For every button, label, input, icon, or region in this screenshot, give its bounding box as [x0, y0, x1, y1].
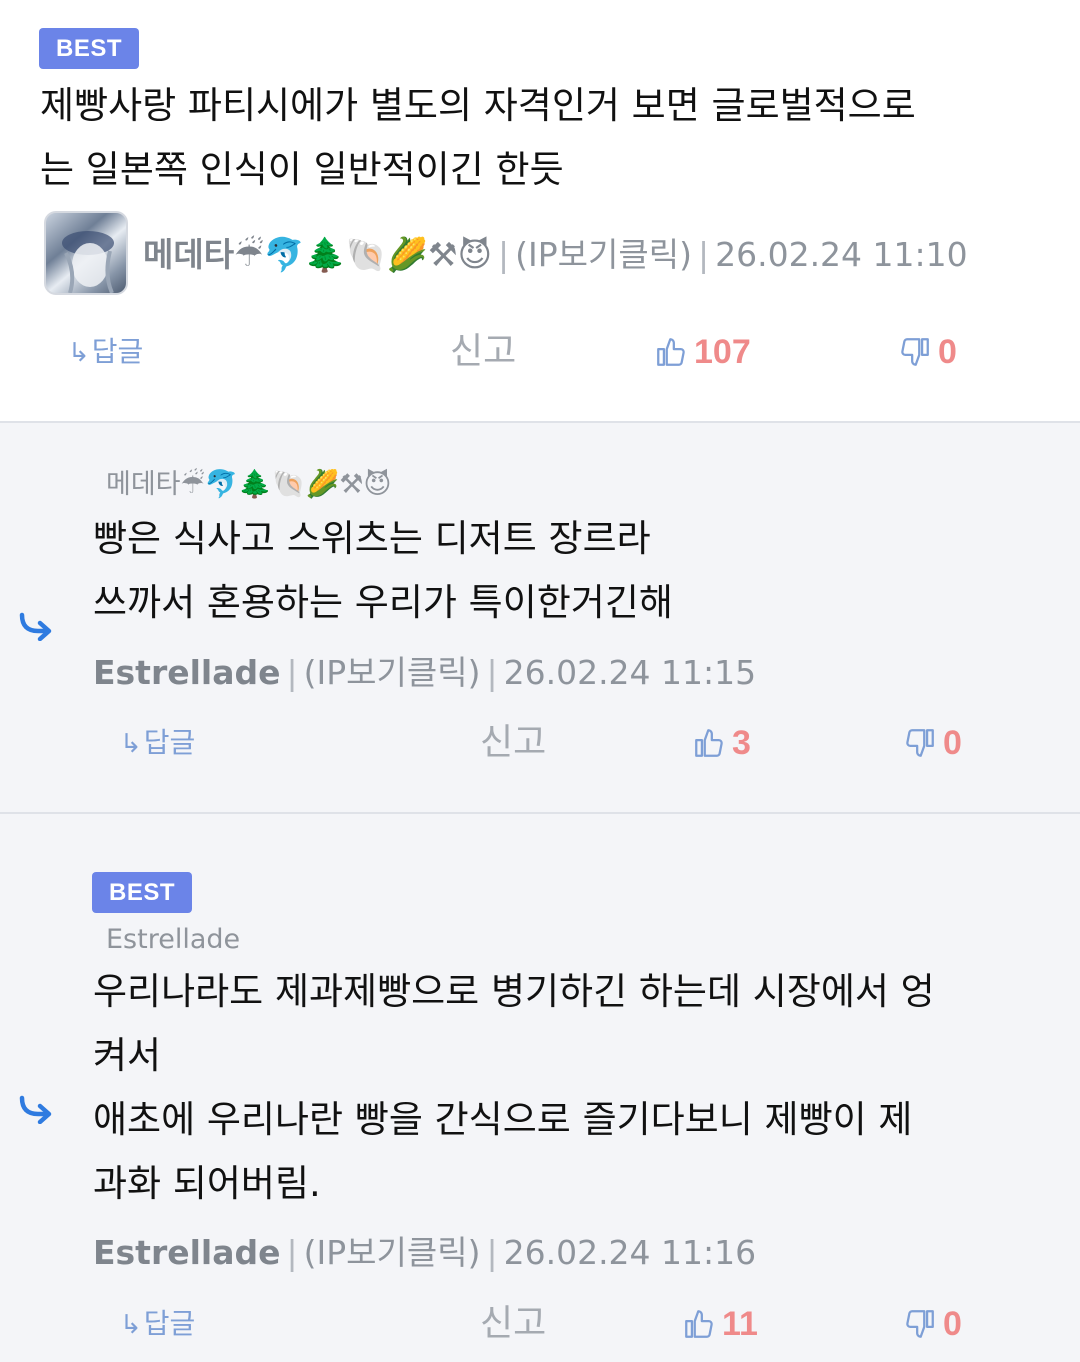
reply-arrow-icon: ↳	[120, 1310, 142, 1340]
comment-meta: Estrellade | (IP보기클릭) | 26.02.24 11:15	[93, 651, 756, 695]
upvote-button[interactable]: 107	[654, 322, 751, 382]
report-button[interactable]: 신고	[450, 322, 516, 382]
reply-arrow-icon: ↳	[120, 729, 142, 759]
parent-author: 메데타☔🐬🌲🐚🌽⚒😈	[106, 469, 392, 500]
upvote-button[interactable]: 11	[682, 1294, 758, 1354]
thumbs-down-icon	[906, 1310, 934, 1338]
nested-reply-icon	[19, 612, 52, 641]
report-button[interactable]: 신고	[480, 1294, 546, 1354]
meta-separator: |	[697, 235, 710, 274]
ip-link[interactable]: (IP보기클릭)	[304, 1233, 481, 1272]
downvote-button[interactable]: 0	[898, 322, 957, 382]
meta-separator: |	[486, 653, 498, 692]
reply-button-label: 답글	[143, 726, 196, 759]
ip-link[interactable]: (IP보기클릭)	[304, 653, 481, 692]
downvote-count: 0	[943, 724, 962, 762]
report-button[interactable]: 신고	[480, 713, 546, 773]
downvote-count: 0	[938, 333, 957, 371]
thumbs-down-icon	[906, 729, 934, 757]
comment-actions: ↳답글 신고 11 0	[0, 1294, 1080, 1354]
reply-button[interactable]: ↳답글	[68, 322, 143, 383]
thumbs-up-icon	[657, 338, 685, 366]
comment-actions: ↳답글 신고 3 0	[0, 713, 1080, 773]
author-name[interactable]: Estrellade	[93, 653, 281, 692]
author-name[interactable]: 메데타☔🐬🌲🐚🌽⚒😈	[143, 235, 492, 274]
comment-text: 빵은 식사고 스위츠는 디저트 장르라 쓰까서 혼용하는 우리가 특이한거긴해	[93, 517, 673, 624]
upvote-count: 3	[732, 724, 751, 762]
avatar[interactable]	[44, 211, 128, 295]
comment-date: 26.02.24 11:16	[503, 1233, 757, 1272]
comment-text: 제빵사랑 파티시에가 별도의 자격인거 보면 글로벌적으로 는 일본쪽 인식이 …	[40, 84, 916, 191]
comment-date: 26.02.24 11:10	[715, 235, 968, 274]
best-badge: BEST	[39, 28, 140, 69]
avatar-image	[62, 231, 114, 293]
upvote-count: 107	[694, 333, 751, 371]
thumbs-up-icon	[695, 729, 723, 757]
meta-separator: |	[286, 1233, 298, 1272]
reply-button[interactable]: ↳답글	[120, 1294, 195, 1355]
best-badge: BEST	[92, 872, 193, 913]
comment-meta: 메데타☔🐬🌲🐚🌽⚒😈 | (IP보기클릭) | 26.02.24 11:10	[143, 233, 968, 277]
meta-separator: |	[286, 653, 298, 692]
nested-reply-icon	[19, 1095, 52, 1124]
downvote-count: 0	[943, 1305, 962, 1343]
meta-separator: |	[498, 235, 510, 274]
downvote-button[interactable]: 0	[903, 1294, 962, 1354]
downvote-button[interactable]: 0	[903, 713, 962, 773]
reply-button[interactable]: ↳답글	[120, 713, 195, 774]
upvote-button[interactable]: 3	[692, 713, 751, 773]
comment-item: BEST 제빵사랑 파티시에가 별도의 자격인거 보면 글로벌적으로 는 일본쪽…	[0, 0, 1080, 423]
thumbs-up-icon	[685, 1310, 713, 1338]
author-name[interactable]: Estrellade	[93, 1233, 281, 1272]
reply-arrow-icon: ↳	[68, 338, 90, 368]
reply-button-label: 답글	[91, 335, 144, 368]
comment-actions: ↳답글 신고 107 0	[0, 322, 1080, 382]
comment-text: 우리나라도 제과제빵으로 병기하긴 하는데 시장에서 엉 켜서 애초에 우리나란…	[93, 970, 935, 1205]
thumbs-down-icon	[901, 338, 929, 366]
reply-button-label: 답글	[143, 1307, 196, 1340]
meta-separator: |	[486, 1233, 498, 1272]
upvote-count: 11	[722, 1305, 758, 1343]
reply-item: BEST Estrellade 우리나라도 제과제빵으로 병기하긴 하는데 시장…	[0, 814, 1080, 1362]
ip-link[interactable]: (IP보기클릭)	[515, 235, 692, 274]
comment-thread: BEST 제빵사랑 파티시에가 별도의 자격인거 보면 글로벌적으로 는 일본쪽…	[0, 0, 1080, 1362]
comment-meta: Estrellade | (IP보기클릭) | 26.02.24 11:16	[93, 1231, 756, 1275]
parent-author: Estrellade	[106, 924, 241, 955]
comment-date: 26.02.24 11:15	[503, 653, 757, 692]
reply-item: 메데타☔🐬🌲🐚🌽⚒😈 빵은 식사고 스위츠는 디저트 장르라 쓰까서 혼용하는 …	[0, 423, 1080, 814]
